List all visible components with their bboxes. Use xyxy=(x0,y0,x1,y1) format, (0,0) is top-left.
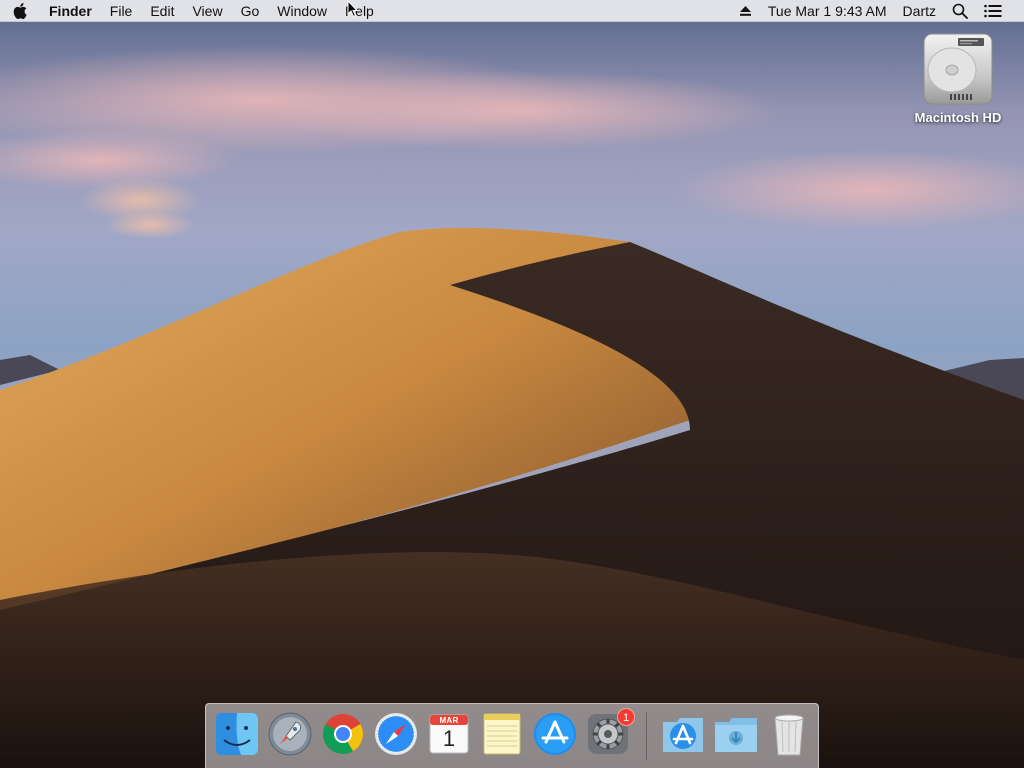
applications-folder-icon xyxy=(663,718,703,752)
spotlight-button[interactable] xyxy=(944,0,976,22)
launchpad-icon xyxy=(268,712,312,756)
app-store-icon xyxy=(534,713,576,755)
finder-icon xyxy=(216,713,258,755)
dock-item-downloads[interactable] xyxy=(712,710,760,758)
dock-item-app-store[interactable] xyxy=(531,710,579,758)
hard-drive-icon xyxy=(923,33,993,105)
menu-help[interactable]: Help xyxy=(336,0,383,22)
calendar-month: MAR xyxy=(439,716,459,725)
dock-item-applications[interactable] xyxy=(659,710,707,758)
safari-icon xyxy=(375,713,417,755)
search-icon xyxy=(952,3,968,19)
desktop-icon-label: Macintosh HD xyxy=(914,110,1002,125)
user-menu[interactable]: Dartz xyxy=(895,0,944,22)
app-menu-finder[interactable]: Finder xyxy=(40,0,101,22)
mouse-cursor-icon xyxy=(347,0,359,18)
mojave-wallpaper xyxy=(0,0,1024,768)
dock-item-safari[interactable] xyxy=(372,710,420,758)
notification-badge: 1 xyxy=(617,708,635,726)
menu-window[interactable]: Window xyxy=(268,0,336,22)
apple-menu[interactable] xyxy=(0,0,40,22)
dock-item-system-preferences[interactable]: 1 xyxy=(584,708,635,758)
chrome-icon xyxy=(323,714,363,754)
dock-item-trash[interactable] xyxy=(765,710,813,758)
list-icon xyxy=(984,4,1002,17)
dock-item-chrome[interactable] xyxy=(319,710,367,758)
notes-icon xyxy=(483,713,521,755)
notification-center-button[interactable] xyxy=(976,0,1010,22)
menu-file[interactable]: File xyxy=(101,0,142,22)
apple-icon xyxy=(13,2,27,19)
menu-view[interactable]: View xyxy=(183,0,231,22)
menu-go[interactable]: Go xyxy=(232,0,269,22)
downloads-folder-icon xyxy=(715,718,757,752)
dock-item-notes[interactable] xyxy=(478,710,526,758)
dock-item-launchpad[interactable] xyxy=(266,710,314,758)
eject-icon xyxy=(739,5,751,16)
dock-separator xyxy=(646,712,647,760)
dock-item-calendar[interactable]: MAR 1 xyxy=(425,710,473,758)
dock: MAR 1 1 xyxy=(205,703,819,768)
clock-time[interactable]: 9:43 AM xyxy=(835,0,894,22)
trash-icon xyxy=(774,714,804,756)
menu-bar: Finder File Edit View Go Window Help Tue… xyxy=(0,0,1024,22)
menu-edit[interactable]: Edit xyxy=(141,0,183,22)
clock-date[interactable]: Tue Mar 1 xyxy=(760,0,835,22)
calendar-day: 1 xyxy=(442,726,456,751)
desktop[interactable]: Finder File Edit View Go Window Help Tue… xyxy=(0,0,1024,768)
dock-item-finder[interactable] xyxy=(213,710,261,758)
eject-menu-extra[interactable] xyxy=(731,0,760,22)
desktop-icon-macintosh-hd[interactable]: Macintosh HD xyxy=(908,30,1008,125)
